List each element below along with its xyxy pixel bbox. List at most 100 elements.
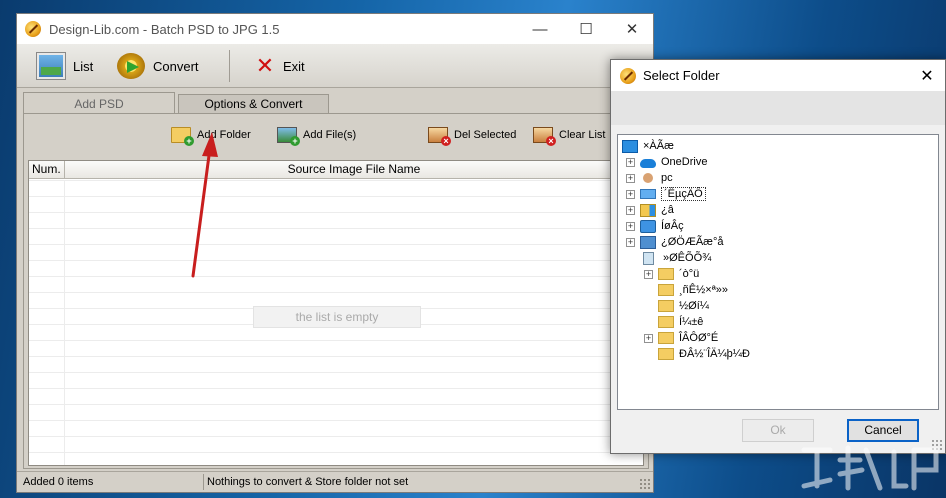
tree-node-label: ×ÀÃæ: [643, 140, 674, 152]
computer-icon: [640, 189, 656, 199]
add-files-label: Add File(s): [303, 129, 357, 141]
add-files-button[interactable]: Add File(s): [277, 124, 356, 146]
select-folder-dialog: Select Folder ✕ ×ÀÃæ + OneDrive + pc + ´ËµçÄÔ +…: [610, 59, 946, 454]
close-button[interactable]: ✕: [609, 14, 653, 44]
tree-expand-icon[interactable]: +: [626, 190, 635, 199]
tree-node[interactable]: ´ò°ü: [658, 266, 699, 282]
exit-button[interactable]: ✕ Exit: [255, 51, 305, 81]
tree-expand-icon[interactable]: +: [626, 238, 635, 247]
tree-node[interactable]: ¿â: [640, 202, 674, 218]
cancel-button[interactable]: Cancel: [847, 419, 919, 442]
tree-node[interactable]: ¿ØÖÆÃæ°å: [640, 234, 723, 250]
ok-button[interactable]: Ok: [742, 419, 814, 442]
tree-node[interactable]: »ØÊÕÕ¾: [640, 250, 711, 266]
folder-icon: [658, 332, 674, 344]
tree-expand-icon[interactable]: +: [644, 270, 653, 279]
list-icon: [37, 53, 65, 79]
annotation-arrow: [191, 132, 218, 278]
empty-list-message: the list is empty: [253, 306, 421, 328]
folder-icon: [658, 284, 674, 296]
column-source-name[interactable]: Source Image File Name: [65, 161, 643, 179]
dialog-header-band: [611, 91, 945, 125]
toolbar-separator: [229, 50, 230, 82]
tree-node-label: ´ò°ü: [679, 268, 700, 280]
tree-node-label: ÎÂÔØ°É: [679, 332, 719, 344]
toolbar: List Convert ✕ Exit: [17, 44, 653, 88]
tree-node[interactable]: ÎÂÔØ°É: [658, 330, 718, 346]
tree-expand-icon[interactable]: +: [626, 222, 635, 231]
tree-node-label: pc: [661, 172, 673, 184]
dialog-app-icon: [620, 67, 636, 84]
tree-node[interactable]: Í¼±ê: [658, 314, 703, 330]
status-added-count: Added 0 items: [23, 476, 94, 488]
tree-expand-icon[interactable]: +: [626, 206, 635, 215]
dialog-close-button[interactable]: ✕: [909, 60, 945, 91]
dialog-title-bar[interactable]: Select Folder ✕: [611, 60, 945, 91]
del-selected-button[interactable]: Del Selected: [428, 124, 516, 146]
tree-node-label: ÐÂ½¨ÎÄ¼þ¼Ð: [679, 348, 750, 360]
maximize-button[interactable]: ☐: [563, 14, 609, 44]
tree-node-label: »ØÊÕÕ¾: [663, 252, 712, 264]
tree-node-label: ¿ØÖÆÃæ°å: [661, 236, 724, 248]
convert-gear-icon: [117, 53, 145, 79]
folder-icon: [658, 348, 674, 360]
tree-node-label: ¿â: [661, 204, 674, 216]
clear-list-icon: [533, 127, 556, 146]
tree-expand-icon[interactable]: +: [626, 158, 635, 167]
clear-list-button[interactable]: Clear List: [533, 124, 605, 146]
exit-icon: ✕: [255, 53, 275, 78]
minimize-button[interactable]: —: [517, 14, 563, 44]
folder-icon: [658, 316, 674, 328]
folder-icon: [658, 300, 674, 312]
cloud-icon: [640, 158, 656, 168]
file-list[interactable]: Num. Source Image File Name the list is …: [28, 160, 644, 466]
del-selected-icon: [428, 127, 451, 146]
folder-icon: [658, 268, 674, 280]
status-divider: [203, 474, 204, 490]
tree-node[interactable]: ´ËµçÄÔ: [640, 186, 706, 202]
tree-node-label: OneDrive: [661, 156, 708, 168]
library-icon: [640, 203, 656, 217]
exit-label: Exit: [283, 58, 305, 74]
main-title-bar[interactable]: Design-Lib.com - Batch PSD to JPG 1.5 — …: [17, 14, 653, 44]
tree-node[interactable]: ÍøÂç: [640, 218, 684, 234]
list-label: List: [73, 58, 94, 74]
add-psd-panel: Add Folder Add File(s) Del Selected Clea…: [23, 113, 649, 469]
tree-expand-icon[interactable]: +: [626, 174, 635, 183]
status-message: Nothings to convert & Store folder not s…: [207, 476, 409, 488]
app-logo-icon: [25, 21, 41, 37]
tree-node[interactable]: ÐÂ½¨ÎÄ¼þ¼Ð: [658, 346, 750, 362]
tab-add-psd[interactable]: Add PSD: [23, 92, 175, 115]
tree-node[interactable]: OneDrive: [640, 154, 707, 170]
file-list-header: Num. Source Image File Name: [29, 161, 643, 179]
tree-node-label: ÍøÂç: [661, 220, 684, 232]
site-watermark-logo: [801, 445, 939, 491]
dialog-title: Select Folder: [643, 68, 720, 83]
convert-button[interactable]: Convert: [117, 51, 199, 81]
window-title: Design-Lib.com - Batch PSD to JPG 1.5: [49, 21, 280, 37]
tree-node-label: ½Øí¼: [679, 300, 709, 312]
column-num[interactable]: Num.: [29, 161, 65, 179]
recycle-bin-icon: [643, 251, 654, 265]
status-bar: Added 0 items Nothings to convert & Stor…: [17, 471, 653, 492]
control-panel-icon: [640, 235, 656, 249]
clear-list-label: Clear List: [559, 129, 606, 141]
tree-node[interactable]: pc: [640, 170, 673, 186]
add-files-icon: [277, 127, 300, 146]
tree-node-label: ´ËµçÄÔ: [661, 187, 706, 201]
tree-node-label: Í¼±ê: [679, 316, 704, 328]
tree-expand-icon[interactable]: +: [644, 334, 653, 343]
list-button[interactable]: List: [37, 51, 93, 81]
resize-grip[interactable]: [639, 478, 651, 490]
main-window: Design-Lib.com - Batch PSD to JPG 1.5 — …: [16, 13, 654, 493]
del-selected-label: Del Selected: [454, 129, 517, 141]
tree-node[interactable]: ¸ñÊ½×ª»»: [658, 282, 728, 298]
network-icon: [640, 219, 656, 233]
user-icon: [643, 173, 653, 183]
tree-node[interactable]: ½Øí¼: [658, 298, 709, 314]
folder-tree[interactable]: ×ÀÃæ + OneDrive + pc + ´ËµçÄÔ + ¿â + ÍøÂç + ¿ØÖÆÃæ°å…: [617, 134, 939, 410]
tab-options-convert[interactable]: Options & Convert: [178, 94, 329, 113]
desktop-icon: [622, 139, 638, 153]
tree-node[interactable]: ×ÀÃæ: [622, 138, 674, 154]
convert-label: Convert: [153, 58, 199, 74]
